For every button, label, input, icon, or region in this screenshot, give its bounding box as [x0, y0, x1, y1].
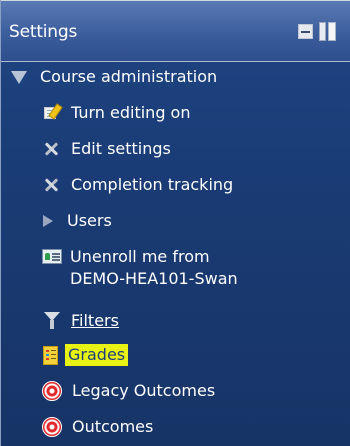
grades-icon — [43, 345, 58, 365]
target-icon — [42, 381, 62, 401]
grades-label: Grades — [65, 344, 129, 366]
section-label: Course administration — [40, 67, 218, 86]
block-title: Settings — [9, 21, 78, 42]
target-icon — [42, 417, 62, 437]
completion-tracking-label: Completion tracking — [71, 175, 234, 194]
section-course-administration[interactable]: Course administration — [11, 66, 217, 88]
outcomes-link[interactable]: Outcomes — [42, 416, 153, 438]
unenroll-link[interactable]: Unenroll me from DEMO-HEA101-Swan — [42, 246, 238, 290]
outcomes-label: Outcomes — [72, 417, 154, 436]
users-label: Users — [67, 211, 112, 230]
pencil-page-icon — [43, 103, 63, 122]
tools-icon — [43, 140, 61, 158]
header-divider — [1, 61, 350, 62]
turn-editing-on-label: Turn editing on — [71, 103, 191, 122]
panel-icon[interactable] — [319, 22, 336, 41]
user-card-icon — [42, 249, 62, 264]
triangle-right-icon[interactable] — [43, 215, 53, 227]
settings-block: Settings Course administration Turn edit… — [0, 0, 350, 446]
unenroll-label-line1: Unenroll me from — [70, 247, 210, 266]
filters-label: Filters — [71, 311, 119, 330]
completion-tracking-link[interactable]: Completion tracking — [43, 174, 233, 196]
filters-link[interactable]: Filters — [43, 310, 119, 332]
triangle-down-icon[interactable] — [11, 70, 27, 84]
users-node[interactable]: Users — [39, 210, 112, 232]
minus-icon[interactable] — [298, 24, 313, 39]
unenroll-label: Unenroll me from DEMO-HEA101-Swan — [70, 246, 238, 290]
edit-settings-label: Edit settings — [71, 139, 171, 158]
turn-editing-on-link[interactable]: Turn editing on — [43, 102, 190, 124]
funnel-icon — [43, 311, 61, 331]
unenroll-label-line2: DEMO-HEA101-Swan — [70, 269, 238, 288]
legacy-outcomes-link[interactable]: Legacy Outcomes — [42, 380, 215, 402]
edit-settings-link[interactable]: Edit settings — [43, 138, 171, 160]
legacy-outcomes-label: Legacy Outcomes — [72, 381, 216, 400]
block-header: Settings — [1, 0, 350, 62]
grades-link[interactable]: Grades — [43, 344, 129, 366]
tools-icon — [43, 176, 61, 194]
